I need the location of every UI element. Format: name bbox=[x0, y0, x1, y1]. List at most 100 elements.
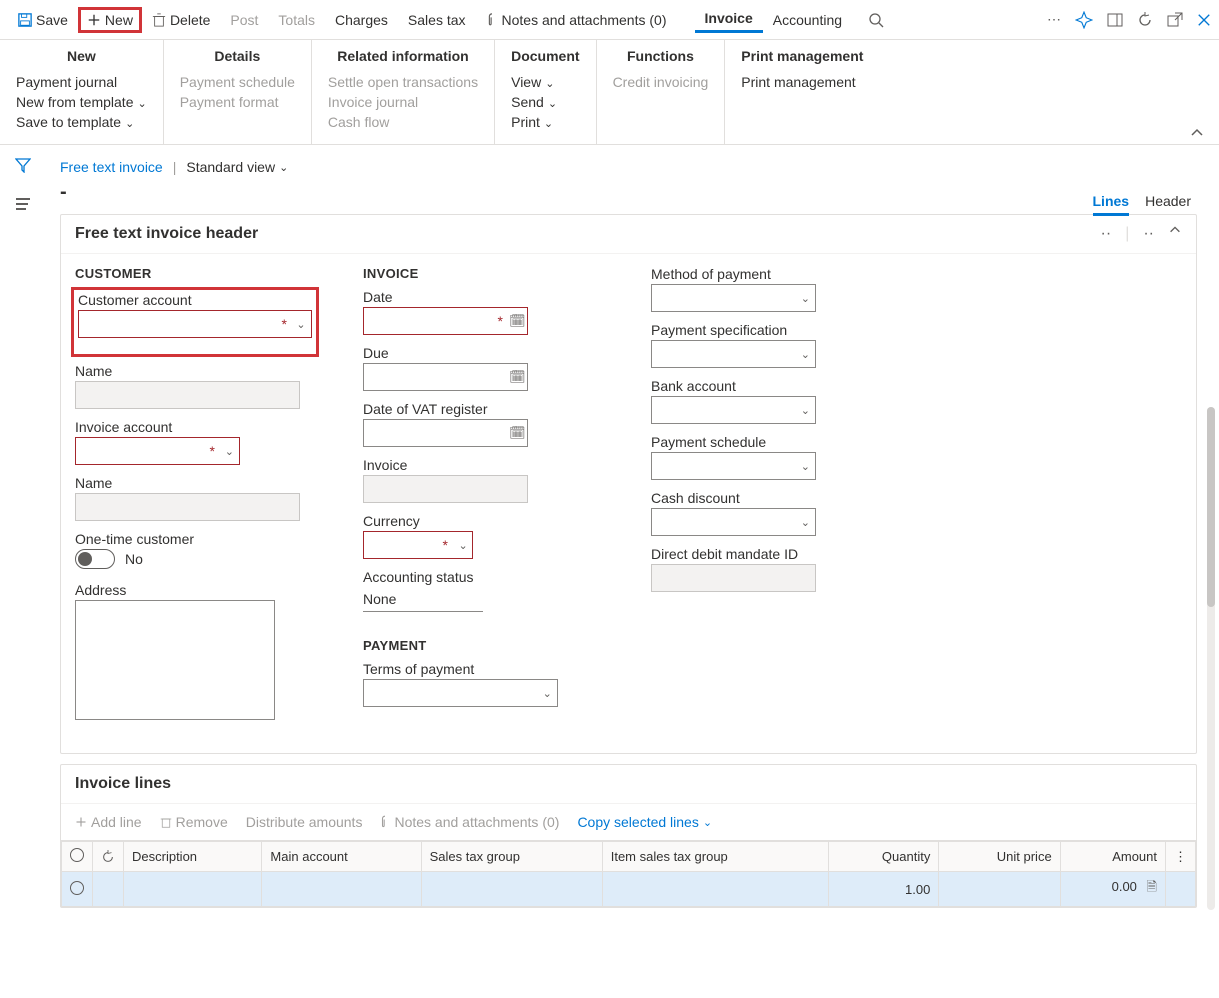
tab-header[interactable]: Header bbox=[1145, 193, 1191, 216]
sales-tax-button[interactable]: Sales tax bbox=[398, 8, 476, 32]
post-button[interactable]: Post bbox=[220, 8, 268, 32]
distribute-button[interactable]: Distribute amounts bbox=[246, 814, 363, 830]
invoice-account-input[interactable]: *⌄ bbox=[75, 437, 240, 465]
chevron-down-icon[interactable]: ⌄ bbox=[796, 516, 815, 529]
chevron-down-icon: ⌄ bbox=[137, 98, 146, 110]
col-menu[interactable]: ⋮ bbox=[1166, 842, 1196, 872]
collapse-ribbon-icon[interactable] bbox=[1189, 128, 1205, 138]
search-icon[interactable] bbox=[868, 12, 884, 28]
card-action-1[interactable]: ·· bbox=[1101, 225, 1112, 243]
more-icon[interactable]: ⋯ bbox=[1047, 11, 1061, 28]
ribbon-invoice-journal[interactable]: Invoice journal bbox=[328, 92, 478, 112]
col-unit-price[interactable]: Unit price bbox=[939, 842, 1060, 872]
copilot-icon[interactable] bbox=[1075, 11, 1093, 29]
calendar-icon[interactable]: 🗓 bbox=[508, 369, 527, 385]
one-time-toggle[interactable] bbox=[75, 549, 115, 569]
tab-lines[interactable]: Lines bbox=[1093, 193, 1130, 216]
ribbon-credit-invoicing[interactable]: Credit invoicing bbox=[613, 72, 709, 92]
lines-notes-button[interactable]: Notes and attachments (0) bbox=[380, 814, 559, 830]
chevron-down-icon[interactable]: ⌄ bbox=[796, 348, 815, 361]
cell-item-sales-tax-group[interactable] bbox=[602, 872, 828, 907]
calendar-icon[interactable]: 🗓 bbox=[508, 425, 527, 441]
ribbon-new-from-template[interactable]: New from template⌄ bbox=[16, 92, 147, 112]
save-button[interactable]: Save bbox=[8, 8, 78, 32]
list-icon[interactable] bbox=[15, 197, 31, 211]
panel-icon[interactable] bbox=[1107, 12, 1123, 28]
address-textarea[interactable] bbox=[75, 600, 275, 720]
collapse-card-icon[interactable] bbox=[1168, 225, 1182, 243]
notes-button[interactable]: Notes and attachments (0) bbox=[476, 8, 677, 32]
method-input[interactable]: ⌄ bbox=[651, 284, 816, 312]
table-row[interactable]: 1.00 0.00 🗎 bbox=[62, 872, 1196, 907]
ribbon-print[interactable]: Print⌄ bbox=[511, 112, 579, 132]
schedule-input[interactable]: ⌄ bbox=[651, 452, 816, 480]
col-quantity[interactable]: Quantity bbox=[828, 842, 938, 872]
chevron-down-icon[interactable]: ⌄ bbox=[454, 539, 472, 552]
copy-lines-button[interactable]: Copy selected lines ⌄ bbox=[577, 814, 712, 830]
col-main-account[interactable]: Main account bbox=[262, 842, 421, 872]
col-description[interactable]: Description bbox=[124, 842, 262, 872]
totals-button[interactable]: Totals bbox=[268, 8, 325, 32]
ribbon-print-management[interactable]: Print management bbox=[741, 72, 863, 92]
customer-account-input[interactable]: *⌄ bbox=[78, 310, 312, 338]
refresh-icon[interactable] bbox=[1137, 12, 1153, 28]
label-invoice-account: Invoice account bbox=[75, 419, 315, 435]
spec-input[interactable]: ⌄ bbox=[651, 340, 816, 368]
cell-main-account[interactable] bbox=[262, 872, 421, 907]
ribbon-payment-format[interactable]: Payment format bbox=[180, 92, 295, 112]
delete-button[interactable]: Delete bbox=[142, 8, 220, 32]
col-select[interactable] bbox=[62, 842, 93, 872]
new-button[interactable]: New bbox=[78, 7, 142, 33]
tab-invoice[interactable]: Invoice bbox=[695, 6, 763, 33]
ribbon-payment-journal[interactable]: Payment journal bbox=[16, 72, 147, 92]
one-time-value: No bbox=[125, 551, 143, 567]
view-selector[interactable]: Standard view ⌄ bbox=[186, 159, 288, 175]
add-line-button[interactable]: Add line bbox=[75, 814, 142, 830]
cell-sales-tax-group[interactable] bbox=[421, 872, 602, 907]
remove-button[interactable]: Remove bbox=[160, 814, 228, 830]
chevron-down-icon: ⌄ bbox=[703, 816, 712, 829]
chevron-down-icon[interactable]: ⌄ bbox=[220, 445, 239, 458]
ribbon-send[interactable]: Send⌄ bbox=[511, 92, 579, 112]
ribbon-save-to-template[interactable]: Save to template⌄ bbox=[16, 112, 147, 132]
currency-input[interactable]: *⌄ bbox=[363, 531, 473, 559]
date-input[interactable]: *🗓 bbox=[363, 307, 528, 335]
col-refresh[interactable] bbox=[93, 842, 124, 872]
card-action-2[interactable]: ·· bbox=[1143, 225, 1154, 243]
scrollbar[interactable] bbox=[1207, 407, 1215, 910]
ribbon-payment-schedule[interactable]: Payment schedule bbox=[180, 72, 295, 92]
cash-discount-input[interactable]: ⌄ bbox=[651, 508, 816, 536]
terms-input[interactable]: ⌄ bbox=[363, 679, 558, 707]
tab-accounting[interactable]: Accounting bbox=[763, 8, 852, 32]
chevron-down-icon[interactable]: ⌄ bbox=[291, 318, 311, 331]
cell-unit-price[interactable] bbox=[939, 872, 1060, 907]
label-bank: Bank account bbox=[651, 378, 851, 394]
col-item-sales-tax-group[interactable]: Item sales tax group bbox=[602, 842, 828, 872]
col-sales-tax-group[interactable]: Sales tax group bbox=[421, 842, 602, 872]
row-select[interactable] bbox=[70, 881, 84, 895]
filter-icon[interactable] bbox=[15, 157, 31, 173]
chevron-down-icon[interactable]: ⌄ bbox=[537, 687, 557, 700]
calendar-icon[interactable]: 🗓 bbox=[508, 313, 527, 329]
chevron-down-icon[interactable]: ⌄ bbox=[796, 404, 815, 417]
ribbon-group-related: Related information Settle open transact… bbox=[312, 40, 495, 144]
col-amount[interactable]: Amount bbox=[1060, 842, 1165, 872]
label-acct-status: Accounting status bbox=[363, 569, 603, 585]
label-schedule: Payment schedule bbox=[651, 434, 851, 450]
cell-quantity[interactable]: 1.00 bbox=[828, 872, 938, 907]
date-vat-input[interactable]: 🗓 bbox=[363, 419, 528, 447]
charges-button[interactable]: Charges bbox=[325, 8, 398, 32]
chevron-down-icon[interactable]: ⌄ bbox=[796, 460, 815, 473]
breadcrumb-link[interactable]: Free text invoice bbox=[60, 159, 163, 175]
ribbon-view[interactable]: View⌄ bbox=[511, 72, 579, 92]
cell-amount[interactable]: 0.00 🗎 bbox=[1060, 872, 1165, 907]
document-icon[interactable]: 🗎 bbox=[1147, 879, 1157, 894]
ribbon-cash-flow[interactable]: Cash flow bbox=[328, 112, 478, 132]
bank-input[interactable]: ⌄ bbox=[651, 396, 816, 424]
cell-description[interactable] bbox=[124, 872, 262, 907]
ribbon-settle[interactable]: Settle open transactions bbox=[328, 72, 478, 92]
popout-icon[interactable] bbox=[1167, 12, 1183, 28]
close-icon[interactable] bbox=[1197, 13, 1211, 27]
chevron-down-icon[interactable]: ⌄ bbox=[796, 292, 815, 305]
due-input[interactable]: 🗓 bbox=[363, 363, 528, 391]
